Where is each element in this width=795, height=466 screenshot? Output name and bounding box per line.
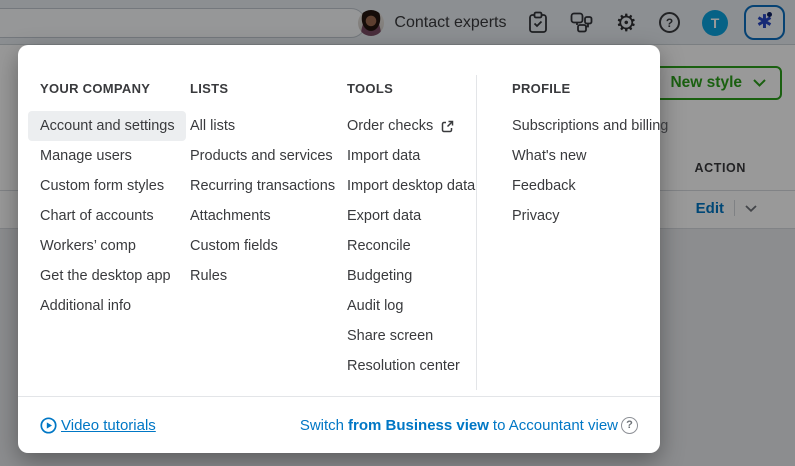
menu-item-recurring-transactions[interactable]: Recurring transactions xyxy=(178,171,338,201)
external-link-icon xyxy=(441,120,454,132)
switch-bold: from Business view xyxy=(348,416,489,434)
column-title: YOUR COMPANY xyxy=(40,81,151,96)
column-title: LISTS xyxy=(190,81,229,96)
menu-item-order-checks[interactable]: Order checks xyxy=(335,111,485,141)
menu-item-export-data[interactable]: Export data xyxy=(335,201,485,231)
menu-column-profile: PROFILE Subscriptions and billing What's… xyxy=(500,81,668,231)
menu-column-your-company: YOUR COMPANY Account and settings Manage… xyxy=(28,81,186,321)
menu-item-account-and-settings[interactable]: Account and settings xyxy=(28,111,186,141)
menu-item-import-data[interactable]: Import data xyxy=(335,141,485,171)
menu-item-subscriptions-and-billing[interactable]: Subscriptions and billing xyxy=(500,111,668,141)
menu-item-privacy[interactable]: Privacy xyxy=(500,201,660,231)
menu-item-manage-users[interactable]: Manage users xyxy=(28,141,186,171)
switch-suffix: to Accountant view xyxy=(492,416,618,434)
video-tutorials-link[interactable]: Video tutorials xyxy=(40,417,156,434)
menu-item-custom-form-styles[interactable]: Custom form styles xyxy=(28,171,186,201)
menu-column-tools: TOOLS Order checks Import data Import de… xyxy=(335,81,485,381)
app-window: Contact experts ⚙ ? T ✱ New style ACTION… xyxy=(0,0,795,466)
switch-view-link[interactable]: Switch from Business view to Accountant … xyxy=(299,416,638,434)
column-title: PROFILE xyxy=(512,81,571,96)
menu-item-products-and-services[interactable]: Products and services xyxy=(178,141,338,171)
menu-item-reconcile[interactable]: Reconcile xyxy=(335,231,485,261)
menu-item-budgeting[interactable]: Budgeting xyxy=(335,261,485,291)
menu-item-attachments[interactable]: Attachments xyxy=(178,201,338,231)
menu-item-resolution-center[interactable]: Resolution center xyxy=(335,351,485,381)
menu-item-rules[interactable]: Rules xyxy=(178,261,338,291)
menu-item-audit-log[interactable]: Audit log xyxy=(335,291,485,321)
menu-item-custom-fields[interactable]: Custom fields xyxy=(178,231,338,261)
menu-item-label: Order checks xyxy=(347,118,434,134)
column-divider xyxy=(476,75,477,390)
menu-footer: Video tutorials Switch from Business vie… xyxy=(18,396,660,453)
video-tutorials-label: Video tutorials xyxy=(61,416,156,434)
menu-item-feedback[interactable]: Feedback xyxy=(500,171,660,201)
menu-item-all-lists[interactable]: All lists xyxy=(178,111,338,141)
play-circle-icon xyxy=(40,416,57,434)
column-title: TOOLS xyxy=(347,81,394,96)
menu-item-chart-of-accounts[interactable]: Chart of accounts xyxy=(28,201,186,231)
menu-item-get-the-desktop-app[interactable]: Get the desktop app xyxy=(28,261,186,291)
menu-column-lists: LISTS All lists Products and services Re… xyxy=(178,81,338,291)
switch-help-icon[interactable]: ? xyxy=(621,416,638,434)
menu-item-additional-info[interactable]: Additional info xyxy=(28,291,186,321)
menu-item-whats-new[interactable]: What's new xyxy=(500,141,660,171)
menu-item-workers-comp[interactable]: Workers’ comp xyxy=(28,231,186,261)
menu-item-share-screen[interactable]: Share screen xyxy=(335,321,485,351)
switch-prefix: Switch xyxy=(299,416,345,434)
settings-menu-panel: YOUR COMPANY Account and settings Manage… xyxy=(18,45,668,453)
menu-item-import-desktop-data[interactable]: Import desktop data xyxy=(335,171,485,201)
